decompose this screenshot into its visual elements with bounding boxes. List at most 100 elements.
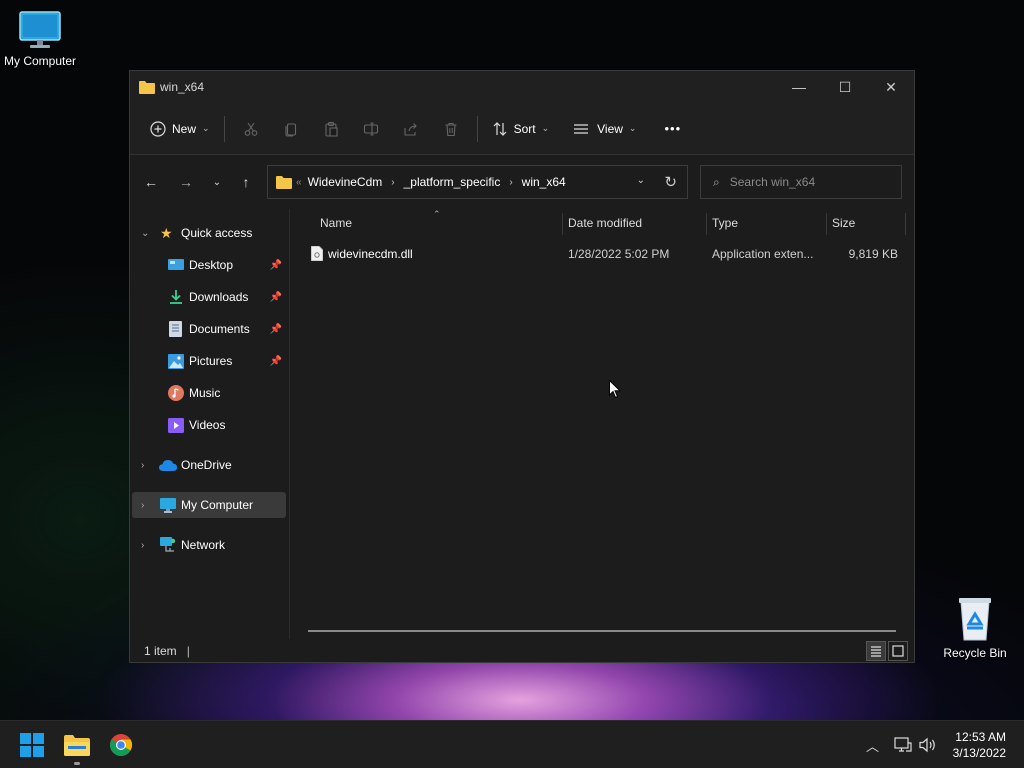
share-icon	[404, 122, 417, 136]
search-icon: ⌕	[713, 174, 720, 189]
clock[interactable]: 12:53 AM 3/13/2022	[953, 729, 1006, 761]
navigation-pane: ⌄ ★ Quick access Desktop 📌 Downloads 📌 D…	[130, 209, 290, 639]
column-header-date-modified[interactable]: Date modified	[568, 209, 642, 237]
column-divider[interactable]	[826, 213, 827, 235]
chevron-right-icon[interactable]: ›	[509, 177, 512, 188]
column-divider[interactable]	[706, 213, 707, 235]
sidebar-item-onedrive[interactable]: › OneDrive	[132, 452, 286, 478]
paste-icon	[325, 121, 338, 137]
sidebar-item-label: OneDrive	[181, 458, 232, 472]
paste-button[interactable]	[311, 113, 351, 145]
folder-icon	[139, 81, 155, 94]
up-button[interactable]: ↑	[230, 166, 262, 198]
navigation-row: ← → ⌄ ↑ « WidevineCdm › _platform_specif…	[130, 155, 914, 209]
chevron-down-icon[interactable]: ⌄	[141, 228, 149, 239]
sidebar-item-label: Videos	[189, 418, 226, 432]
window-title: win_x64	[160, 80, 205, 94]
breadcrumb-overflow[interactable]: «	[296, 177, 302, 188]
running-indicator	[74, 762, 80, 765]
column-header-size[interactable]: Size	[832, 209, 855, 237]
status-separator: |	[186, 644, 190, 658]
start-button[interactable]	[12, 729, 52, 761]
sidebar-item-pictures[interactable]: Pictures 📌	[132, 348, 286, 374]
chrome-icon	[110, 734, 133, 756]
view-button[interactable]: View ⌄	[565, 113, 644, 145]
column-divider[interactable]	[562, 213, 563, 235]
sidebar-item-label: Documents	[189, 322, 250, 336]
sidebar-item-music[interactable]: Music	[132, 380, 286, 406]
file-explorer-window: win_x64 — ☐ ✕ New ⌄ Sort ⌄ View ⌄ ••• ← …	[129, 70, 915, 663]
chevron-right-icon[interactable]: ›	[141, 460, 144, 471]
minimize-button[interactable]: —	[776, 71, 822, 103]
sidebar-item-desktop[interactable]: Desktop 📌	[132, 252, 286, 278]
back-button[interactable]: ←	[135, 166, 167, 198]
column-header-label: Date modified	[568, 216, 643, 230]
close-icon: ✕	[885, 78, 897, 95]
column-divider[interactable]	[905, 213, 906, 235]
separator	[476, 115, 478, 142]
cloud-icon	[159, 460, 177, 471]
recent-locations-button[interactable]: ⌄	[201, 166, 233, 198]
download-icon	[170, 290, 182, 304]
details-view-button[interactable]	[866, 641, 886, 661]
volume-button[interactable]	[919, 721, 937, 768]
speaker-icon	[919, 737, 935, 753]
large-icons-view-button[interactable]	[888, 641, 908, 661]
share-button[interactable]	[391, 113, 431, 145]
refresh-icon[interactable]: ↻	[664, 173, 677, 191]
maximize-button[interactable]: ☐	[822, 71, 868, 103]
new-button[interactable]: New ⌄	[142, 113, 218, 145]
column-header-name[interactable]: Name	[320, 209, 352, 237]
search-box[interactable]: ⌕ Search win_x64	[700, 165, 902, 199]
network-status-button[interactable]	[894, 721, 912, 768]
more-options-button[interactable]: •••	[656, 113, 689, 145]
forward-button[interactable]: →	[170, 166, 202, 198]
chevron-up-icon: ︿	[866, 738, 880, 754]
file-list: ⌃ Name Date modified Type Size widevinec…	[290, 209, 914, 639]
cut-button[interactable]	[231, 113, 271, 145]
column-header-type[interactable]: Type	[712, 209, 738, 237]
chevron-right-icon[interactable]: ›	[391, 177, 394, 188]
taskbar-file-explorer[interactable]	[57, 729, 97, 765]
sort-icon	[493, 121, 506, 136]
chevron-down-icon: ⌄	[202, 123, 210, 133]
show-hidden-icons-button[interactable]: ︿	[866, 721, 879, 768]
sidebar-item-documents[interactable]: Documents 📌	[132, 316, 286, 342]
column-header-label: Type	[712, 216, 739, 230]
taskbar-chrome[interactable]	[101, 729, 141, 761]
sidebar-item-my-computer[interactable]: › My Computer	[132, 492, 286, 518]
horizontal-scrollbar[interactable]	[308, 630, 896, 632]
sidebar-item-label: Quick access	[181, 226, 253, 240]
rename-button[interactable]	[351, 113, 391, 145]
sidebar-item-downloads[interactable]: Downloads 📌	[132, 284, 286, 310]
sidebar-item-quick-access[interactable]: ⌄ ★ Quick access	[132, 220, 286, 246]
breadcrumb-item[interactable]: win_x64	[522, 175, 566, 189]
dll-file-icon	[311, 246, 323, 261]
file-type: Application exten...	[712, 247, 814, 261]
chevron-down-icon[interactable]: ⌄	[637, 175, 645, 186]
chevron-right-icon[interactable]: ›	[141, 540, 144, 551]
breadcrumb-item[interactable]: _platform_specific	[404, 175, 501, 189]
chevron-right-icon[interactable]: ›	[141, 500, 144, 511]
arrow-left-icon: ←	[144, 174, 158, 190]
sidebar-item-network[interactable]: › Network	[132, 532, 286, 558]
sort-button[interactable]: Sort ⌄	[484, 113, 558, 145]
delete-button[interactable]	[431, 113, 471, 145]
close-button[interactable]: ✕	[868, 71, 914, 103]
chevron-down-icon: ⌄	[541, 123, 550, 133]
copy-button[interactable]	[271, 113, 311, 145]
sidebar-item-label: My Computer	[181, 498, 254, 512]
title-bar[interactable]: win_x64 — ☐ ✕	[130, 71, 914, 103]
documents-icon	[169, 321, 182, 337]
search-placeholder: Search win_x64	[729, 175, 816, 189]
plus-circle-icon	[150, 120, 166, 137]
view-icon	[574, 123, 589, 134]
address-bar[interactable]: « WidevineCdm › _platform_specific › win…	[267, 165, 688, 199]
desktop-icon-label: My Computer	[3, 54, 77, 68]
file-row[interactable]: widevinecdm.dll 1/28/2022 5:02 PM Applic…	[306, 241, 906, 267]
sidebar-item-videos[interactable]: Videos	[132, 412, 286, 438]
desktop-icon-recycle-bin[interactable]: Recycle Bin	[935, 596, 1015, 660]
taskbar: ︿ 12:53 AM 3/13/2022	[0, 720, 1024, 768]
desktop-icon-my-computer[interactable]: My Computer	[0, 10, 80, 68]
breadcrumb-item[interactable]: WidevineCdm	[308, 175, 383, 189]
